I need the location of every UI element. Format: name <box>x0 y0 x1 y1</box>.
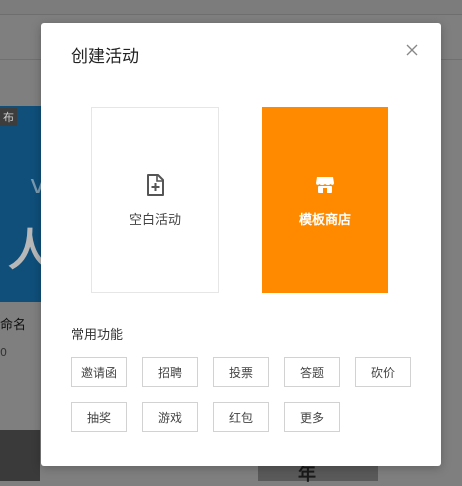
dialog-title: 创建活动 <box>71 47 139 67</box>
template-store-label: 模板商店 <box>298 212 351 228</box>
feature-button-vote[interactable]: 投票 <box>213 357 269 387</box>
feature-button-recruitment[interactable]: 招聘 <box>142 357 198 387</box>
feature-button-bargain[interactable]: 砍价 <box>355 357 411 387</box>
template-store-option[interactable]: 模板商店 <box>262 107 388 293</box>
feature-button-lottery[interactable]: 抽奖 <box>71 402 127 432</box>
feature-button-invitation[interactable]: 邀请函 <box>71 357 127 387</box>
feature-button-game[interactable]: 游戏 <box>142 402 198 432</box>
background-thumbnail <box>0 430 40 481</box>
feature-button-more[interactable]: 更多 <box>284 402 340 432</box>
close-icon <box>406 44 418 56</box>
feature-button-red-packet[interactable]: 红包 <box>213 402 269 432</box>
background-card-tag: 布 <box>0 108 17 126</box>
background-card-count: 0 <box>0 346 7 359</box>
background-activity-card-image: 布 v 人 <box>0 106 44 302</box>
file-plus-icon <box>147 173 164 196</box>
background-topbar <box>0 0 462 15</box>
background-thumbnail-2: 年 <box>258 464 378 485</box>
blank-activity-option[interactable]: 空白活动 <box>91 107 219 293</box>
store-icon <box>316 176 334 193</box>
feature-button-quiz[interactable]: 答题 <box>284 357 340 387</box>
common-features-title: 常用功能 <box>71 328 124 343</box>
blank-activity-label: 空白活动 <box>128 212 181 228</box>
background-card-char: 人 <box>8 225 44 276</box>
close-button[interactable] <box>403 41 421 59</box>
create-activity-dialog: 创建活动 空白活动 模板商店 常用功能 邀请函 招聘 投票 答题 砍价 抽奖 游… <box>41 23 441 466</box>
background-card-name: 命名 <box>0 318 27 333</box>
